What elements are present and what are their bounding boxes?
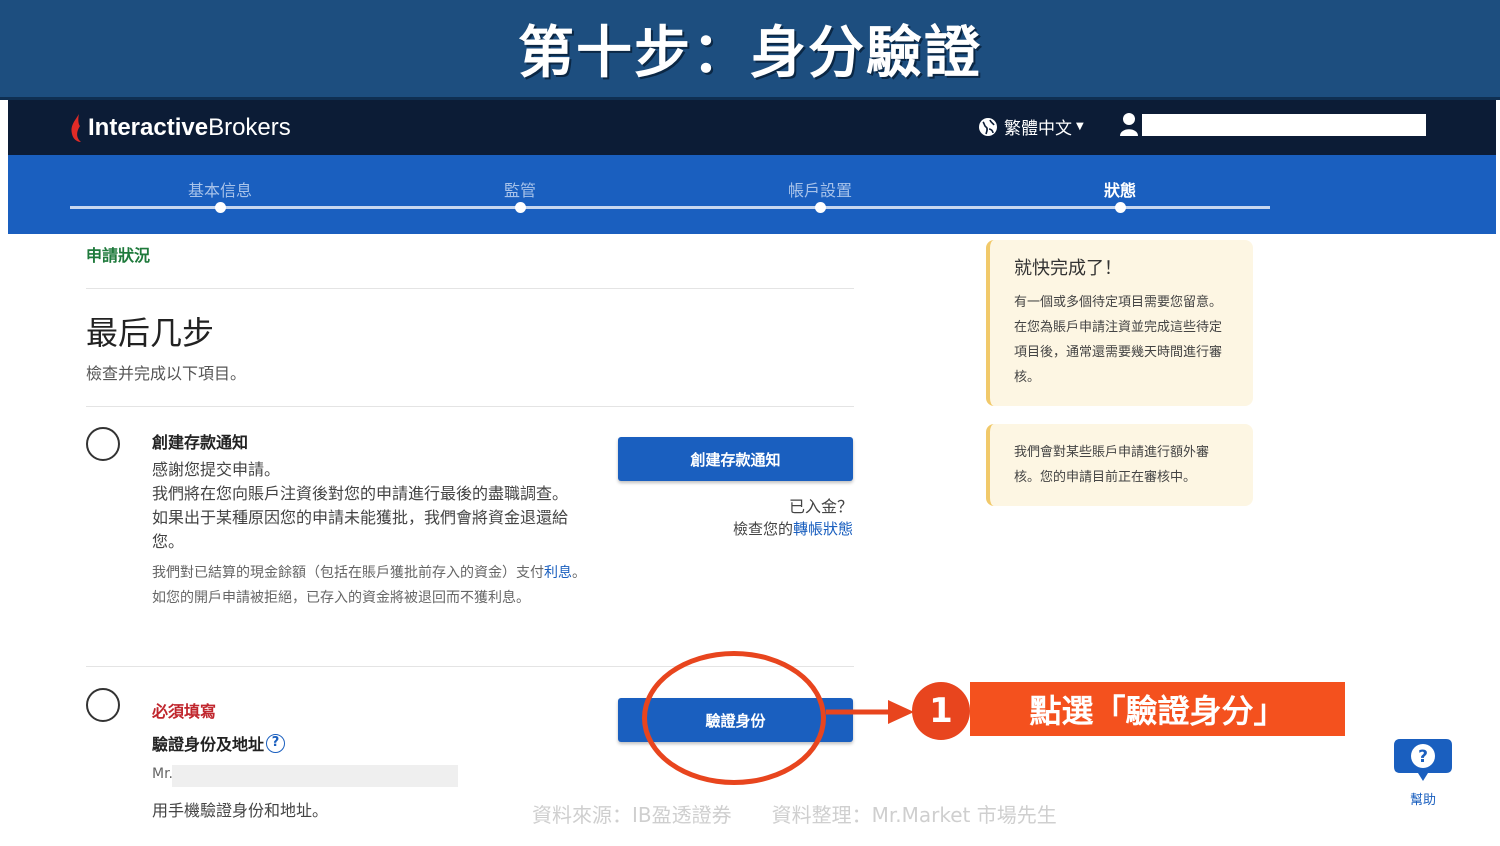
verify-description: 用手機驗證身份和地址。 <box>152 801 329 820</box>
transfer-status-link[interactable]: 轉帳狀態 <box>793 520 853 538</box>
verify-identity-button[interactable]: 驗證身份 <box>618 698 853 742</box>
card-title: 就快完成了！ <box>1014 258 1122 279</box>
name-prefix: Mr. <box>152 766 173 782</box>
instruction-box: 點選「驗證身分」 <box>970 682 1345 736</box>
divider <box>86 406 854 407</box>
logo-regular: Brokers <box>208 114 291 141</box>
verify-task-checkbox[interactable] <box>86 688 120 722</box>
step-dot <box>215 202 226 213</box>
language-label: 繁體中文 <box>1004 119 1072 139</box>
create-deposit-notice-button[interactable]: 創建存款通知 <box>618 437 853 481</box>
banner-title: 第十步：身分驗證 <box>518 21 982 86</box>
section-label: 申請狀況 <box>86 246 151 265</box>
help-bubble-icon: ? <box>1394 739 1452 781</box>
caret-down-icon: ▼ <box>1076 121 1084 132</box>
check-transfer-status: 檢查您的轉帳狀態 <box>732 520 853 538</box>
divider <box>86 288 854 289</box>
step-status[interactable]: 狀態 <box>1050 177 1190 201</box>
divider <box>86 666 854 667</box>
ib-logo[interactable]: InteractiveBrokers <box>70 114 291 142</box>
user-icon[interactable] <box>1120 112 1142 136</box>
slide-banner: 第十步：身分驗證 <box>0 0 1500 100</box>
step-regulatory[interactable]: 監管 <box>450 177 590 201</box>
funded-question: 已入金？ <box>788 497 853 516</box>
deposit-thanks-text: 感謝您提交申請。 <box>152 460 281 479</box>
help-button[interactable]: ? 幫助 <box>1394 737 1452 808</box>
card-text: 有一個或多個待定項目需要您留意。在您為賬戶申請注資並完成這些待定項目後，通常還需… <box>1014 295 1223 385</box>
review-card: 我們會對某些賬戶申請進行額外審核。您的申請目前正在審核中。 <box>986 424 1253 506</box>
deposit-task-title: 創建存款通知 <box>152 433 249 452</box>
deposit-interest-note: 我們對已結算的現金餘額（包括在賬戶獲批前存入的資金）支付利息。如您的開戶申請被拒… <box>152 565 586 606</box>
page-subtitle: 檢查并完成以下項目。 <box>86 364 247 383</box>
step-basic-info[interactable]: 基本信息 <box>150 177 290 201</box>
step-dot <box>815 202 826 213</box>
deposit-body-text: 我們將在您向賬戶注資後對您的申請進行最後的盡職調查。如果出于某種原因您的申請未能… <box>152 484 569 551</box>
globe-icon <box>979 117 997 136</box>
verify-task-title: 驗證身份及地址 ? <box>152 731 286 755</box>
question-icon[interactable]: ? <box>266 733 286 753</box>
almost-done-card: 就快完成了！ 有一個或多個待定項目需要您留意。在您為賬戶申請注資並完成這些待定項… <box>986 240 1253 406</box>
language-selector[interactable]: 繁體中文 ▼ <box>978 114 1084 139</box>
progress-steps: 基本信息 監管 帳戶設置 狀態 <box>8 155 1496 234</box>
name-redacted <box>172 765 458 787</box>
svg-text:?: ? <box>1418 747 1428 767</box>
flame-logo-icon <box>71 114 81 142</box>
interest-link[interactable]: 利息 <box>544 565 572 581</box>
user-name-redacted <box>1142 114 1426 136</box>
app-header: InteractiveBrokers 繁體中文 ▼ <box>8 100 1496 155</box>
logo-bold: Interactive <box>88 114 209 141</box>
required-label: 必須填寫 <box>152 702 217 721</box>
help-label: 幫助 <box>1409 793 1436 808</box>
arrow-icon <box>826 700 914 724</box>
progress-line <box>70 206 1270 209</box>
step-dot <box>515 202 526 213</box>
deposit-task-checkbox[interactable] <box>86 427 120 461</box>
source-credit: 資料來源：IB盈透證券 資料整理：Mr.Market 市場先生 <box>532 803 1057 827</box>
step-account-setup[interactable]: 帳戶設置 <box>750 177 890 201</box>
card-text: 我們會對某些賬戶申請進行額外審核。您的申請目前正在審核中。 <box>1014 445 1210 485</box>
step-number-badge: 1 <box>912 682 970 740</box>
page-title: 最后几步 <box>86 314 215 352</box>
step-dot <box>1115 202 1126 213</box>
